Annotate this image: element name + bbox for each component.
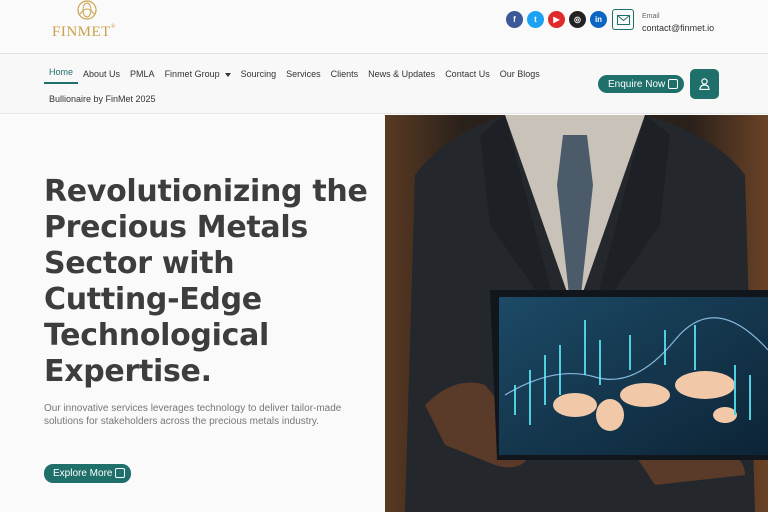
finmet-logo[interactable]: FINMET® <box>52 0 124 40</box>
nav-item-sourcing[interactable]: Sourcing <box>236 66 282 82</box>
user-account-button[interactable] <box>690 69 719 99</box>
square-icon <box>115 468 125 478</box>
nav-item-pmla[interactable]: PMLA <box>125 66 160 82</box>
page: FINMET® f t ▶ ◎ in Email contact@finmet.… <box>0 0 768 512</box>
nav-item-finmet-group[interactable]: Finmet Group <box>160 66 236 82</box>
instagram-icon[interactable]: ◎ <box>569 11 586 28</box>
nav-item-our-blogs[interactable]: Our Blogs <box>495 66 545 82</box>
nav-links: Home About Us PMLA Finmet Group Sourcing… <box>44 64 545 84</box>
hero-title: Revolutionizing the Precious Metals Sect… <box>44 174 368 389</box>
explore-more-label: Explore More <box>53 468 113 479</box>
nav-item-bullionaire[interactable]: Bullionaire by FinMet 2025 <box>49 94 156 104</box>
hero-image <box>385 115 768 512</box>
nav-item-services[interactable]: Services <box>281 66 326 82</box>
social-links: f t ▶ ◎ in <box>506 11 607 28</box>
hero-subtitle: Our innovative services leverages techno… <box>44 403 342 427</box>
nav-item-news-updates[interactable]: News & Updates <box>363 66 440 82</box>
main-nav: Home About Us PMLA Finmet Group Sourcing… <box>0 54 768 114</box>
logo-emblem-icon <box>77 0 97 20</box>
mail-icon <box>612 9 634 30</box>
enquire-now-button[interactable]: Enquire Now <box>598 75 684 93</box>
explore-more-button[interactable]: Explore More <box>44 464 131 483</box>
email-link[interactable]: contact@finmet.io <box>642 23 714 33</box>
nav-item-finmet-group-label: Finmet Group <box>164 69 220 79</box>
linkedin-icon[interactable]: in <box>590 11 607 28</box>
logo-text: FINMET® <box>52 24 116 40</box>
enquire-now-label: Enquire Now <box>608 78 666 90</box>
chevron-down-icon <box>224 72 231 77</box>
user-icon <box>699 78 710 90</box>
twitter-icon[interactable]: t <box>527 11 544 28</box>
nav-item-home[interactable]: Home <box>44 64 79 84</box>
square-icon <box>668 79 678 89</box>
businessman-tablet-illustration <box>385 115 768 512</box>
nav-item-about-us[interactable]: About Us <box>78 66 125 82</box>
nav-item-contact-us[interactable]: Contact Us <box>440 66 495 82</box>
facebook-icon[interactable]: f <box>506 11 523 28</box>
hero-section: Revolutionizing the Precious Metals Sect… <box>0 115 385 512</box>
email-label: Email <box>642 13 660 20</box>
nav-item-clients[interactable]: Clients <box>326 66 364 82</box>
youtube-icon[interactable]: ▶ <box>548 11 565 28</box>
top-header: FINMET® f t ▶ ◎ in Email contact@finmet.… <box>0 0 768 54</box>
